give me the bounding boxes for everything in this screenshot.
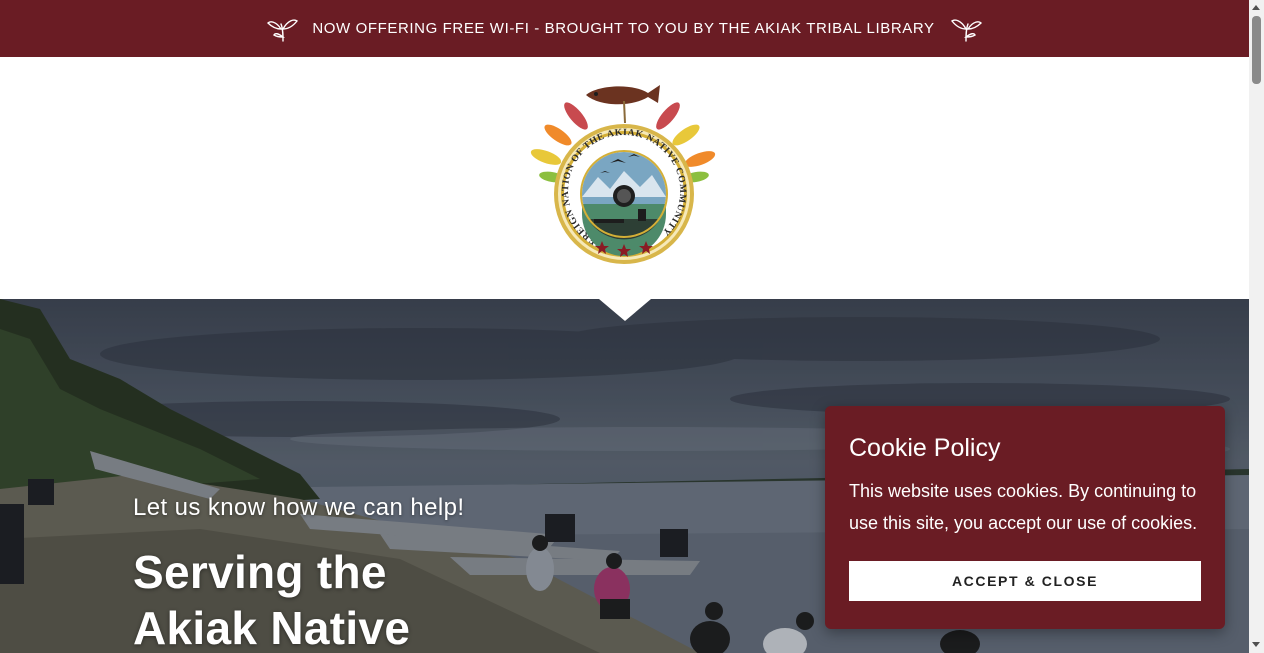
- scroll-up-arrow-icon[interactable]: [1252, 5, 1260, 10]
- cookie-policy-title: Cookie Policy: [849, 434, 1001, 462]
- page-scrollbar[interactable]: [1249, 0, 1264, 653]
- tribal-seal-logo[interactable]: SOVEREIGN NATION OF THE AKIAK NATIVE COM…: [528, 79, 720, 271]
- hero-title: Serving the Akiak Native: [133, 544, 410, 653]
- scroll-down-arrow-icon[interactable]: [1252, 642, 1260, 647]
- accept-close-button[interactable]: ACCEPT & CLOSE: [849, 561, 1201, 601]
- hero-subtitle: Let us know how we can help!: [133, 494, 465, 521]
- header-notch: [599, 299, 651, 321]
- leaf-icon: [950, 18, 982, 42]
- hero-title-line2: Akiak Native: [133, 602, 411, 653]
- cookie-policy-text: This website uses cookies. By continuing…: [849, 481, 1198, 533]
- cookie-policy-panel: Cookie Policy This website uses cookies.…: [825, 406, 1225, 629]
- leaf-icon: [267, 18, 299, 42]
- page: NOW OFFERING FREE WI-FI - BROUGHT TO YOU…: [0, 0, 1249, 653]
- scrollbar-thumb[interactable]: [1252, 16, 1261, 84]
- hero-title-line1: Serving the: [133, 546, 387, 598]
- announcement-text: NOW OFFERING FREE WI-FI - BROUGHT TO YOU…: [312, 20, 935, 37]
- announcement-bar: NOW OFFERING FREE WI-FI - BROUGHT TO YOU…: [0, 0, 1249, 57]
- site-header: SOVEREIGN NATION OF THE AKIAK NATIVE COM…: [0, 57, 1249, 299]
